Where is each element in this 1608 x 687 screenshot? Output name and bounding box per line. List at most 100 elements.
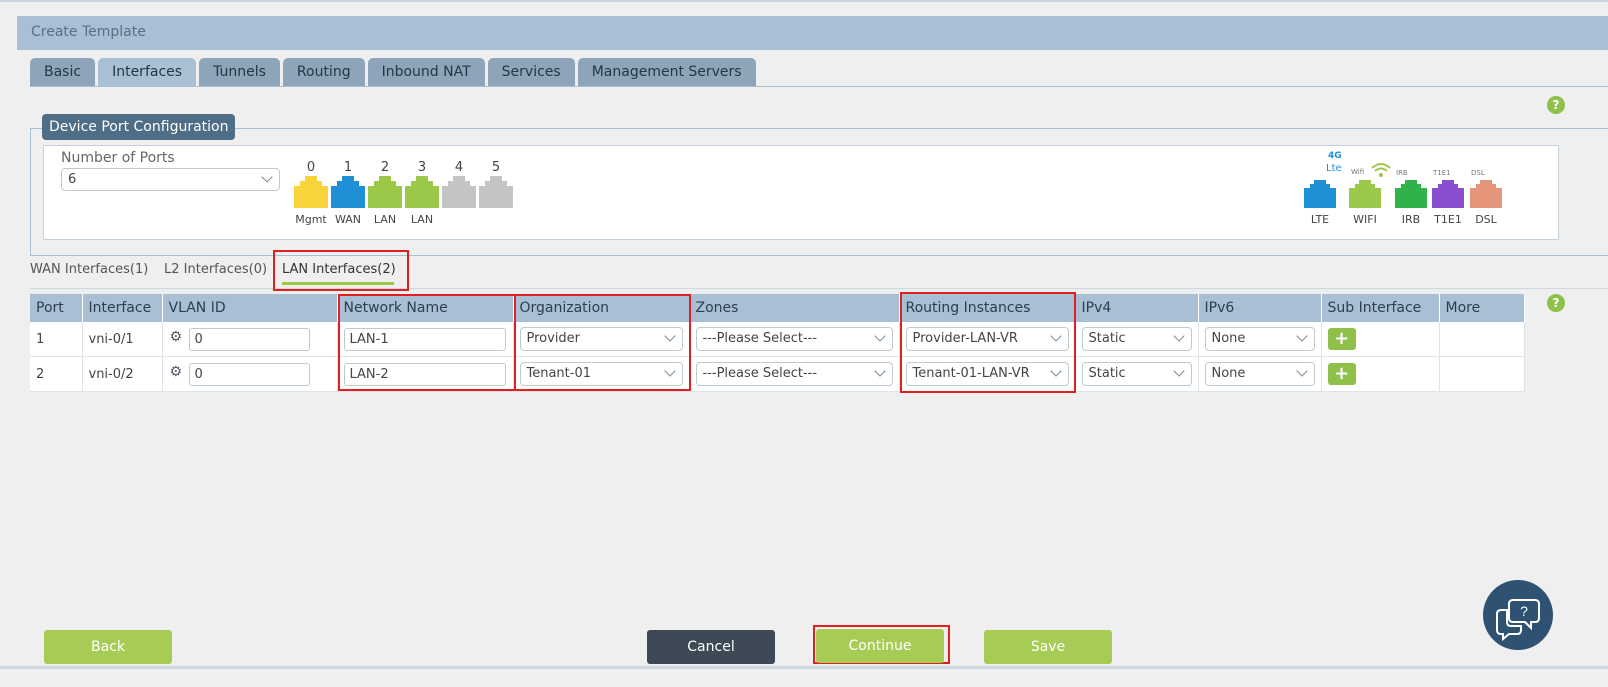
network-name-value: LAN-1 — [349, 332, 389, 347]
vlan-id-input[interactable]: 0 — [188, 363, 310, 386]
column-header-routing-instances[interactable]: Routing Instances — [899, 294, 1076, 322]
ipv4-select[interactable]: Static — [1081, 362, 1192, 386]
column-header-ipv6[interactable]: IPv6 — [1198, 294, 1322, 322]
subtab-lan-interfaces[interactable]: LAN Interfaces(2) — [282, 262, 396, 277]
lte-port[interactable]: 0 — [1304, 180, 1357, 208]
gear-icon[interactable]: ⚙ — [170, 365, 184, 379]
wifi-signal-icon — [1371, 163, 1391, 177]
chevron-down-icon — [1049, 330, 1062, 342]
device-port-config-title: Device Port Configuration — [42, 114, 236, 140]
zones-value: ---Please Select--- — [702, 331, 818, 346]
column-header-port[interactable]: Port — [30, 294, 83, 322]
port-number: 5 — [491, 160, 501, 175]
subtab-wan-interfaces[interactable]: WAN Interfaces(1) — [30, 262, 148, 277]
wifi-tag: Wifi — [1351, 168, 1365, 176]
port-1[interactable]: 1 WAN — [331, 160, 365, 228]
ipv4-select[interactable]: Static — [1081, 327, 1192, 351]
port-0[interactable]: 0 Mgmt — [294, 160, 328, 228]
tab-services[interactable]: Services — [487, 58, 575, 86]
main-tabs: Basic Interfaces Tunnels Routing Inbound… — [30, 58, 756, 86]
dsl-port-icon — [1470, 180, 1502, 208]
column-header-zones[interactable]: Zones — [689, 294, 900, 322]
lte-badge: Lte — [1326, 163, 1342, 174]
gear-icon[interactable]: ⚙ — [170, 330, 184, 344]
routing-instances-cell: Tenant-01-LAN-VR — [899, 356, 1076, 392]
network-name-input[interactable]: LAN-1 — [343, 328, 506, 351]
tabs-underline — [30, 86, 1608, 87]
help-icon[interactable]: ? — [1547, 96, 1565, 114]
chevron-down-icon — [1172, 365, 1185, 377]
port-name: Mgmt — [295, 213, 327, 226]
tab-inbound-nat[interactable]: Inbound NAT — [367, 58, 485, 86]
help-icon[interactable]: ? — [1547, 294, 1565, 312]
port-5[interactable]: 5 — [479, 160, 513, 228]
routing-instance-value: Provider-LAN-VR — [912, 331, 1018, 346]
dsl-port[interactable]: 0 — [1470, 180, 1523, 208]
ethernet-port-icon — [442, 176, 476, 208]
tab-tunnels[interactable]: Tunnels — [199, 58, 280, 86]
column-header-more[interactable]: More — [1439, 294, 1525, 322]
network-name-input[interactable]: LAN-2 — [343, 363, 506, 386]
ipv6-value: None — [1211, 331, 1246, 346]
port-number: 0 — [306, 160, 316, 175]
column-header-interface[interactable]: Interface — [82, 294, 163, 322]
back-button[interactable]: Back — [44, 630, 172, 664]
wifi-port[interactable]: 0 — [1349, 180, 1402, 208]
tab-management-servers[interactable]: Management Servers — [577, 58, 756, 86]
routing-instance-select[interactable]: Tenant-01-LAN-VR — [905, 362, 1069, 386]
cancel-button[interactable]: Cancel — [647, 630, 775, 664]
vlan-id-value: 0 — [194, 332, 203, 347]
port-number: 1 — [343, 160, 353, 175]
irb-port[interactable]: 0 — [1395, 180, 1448, 208]
dsl-label: DSL — [1475, 213, 1497, 226]
column-header-organization[interactable]: Organization — [513, 294, 690, 322]
organization-select[interactable]: Tenant-01 — [519, 362, 683, 386]
subtab-l2-interfaces[interactable]: L2 Interfaces(0) — [164, 262, 267, 277]
tab-routing[interactable]: Routing — [282, 58, 365, 86]
t1e1-port-icon — [1432, 180, 1464, 208]
save-button[interactable]: Save — [984, 630, 1112, 664]
port-number: 4 — [454, 160, 464, 175]
routing-instance-value: Tenant-01-LAN-VR — [912, 366, 1030, 381]
tab-basic[interactable]: Basic — [30, 58, 96, 86]
continue-button[interactable]: Continue — [816, 629, 944, 663]
tab-interfaces[interactable]: Interfaces — [98, 58, 197, 86]
ethernet-port-icon — [331, 176, 365, 208]
port-3[interactable]: 3 LAN — [405, 160, 439, 228]
bottom-scroll-bar[interactable] — [0, 666, 1608, 669]
column-header-vlan-id[interactable]: VLAN ID — [162, 294, 338, 322]
dsl-tag: DSL — [1471, 169, 1485, 177]
wifi-port-icon — [1349, 180, 1381, 208]
organization-select[interactable]: Provider — [519, 327, 683, 351]
port-name: WAN — [334, 213, 362, 226]
ethernet-port-icon — [368, 176, 402, 208]
t1e1-port[interactable]: 0 — [1432, 180, 1485, 208]
zones-select[interactable]: ---Please Select--- — [695, 362, 893, 386]
ipv6-select[interactable]: None — [1204, 327, 1315, 351]
ipv6-select[interactable]: None — [1204, 362, 1315, 386]
chevron-down-icon — [873, 330, 886, 342]
column-header-ipv4[interactable]: IPv4 — [1075, 294, 1199, 322]
add-sub-interface-button[interactable]: + — [1327, 363, 1356, 385]
ipv6-cell: None — [1198, 322, 1322, 357]
ipv4-cell: Static — [1075, 322, 1199, 357]
chat-help-icon: ? — [1496, 599, 1540, 642]
interface-cell: vni-0/1 — [82, 322, 163, 357]
add-sub-interface-button[interactable]: + — [1327, 328, 1356, 350]
number-of-ports-select[interactable]: 6 — [61, 168, 280, 191]
routing-instance-select[interactable]: Provider-LAN-VR — [905, 327, 1069, 351]
table-row: 1 vni-0/1 ⚙ 0 LAN-1 Provider ---Please S… — [30, 322, 1525, 357]
help-chat-button[interactable]: ? — [1483, 580, 1553, 650]
column-header-network-name[interactable]: Network Name — [337, 294, 514, 322]
port-name: LAN — [410, 213, 434, 226]
table-row: 2 vni-0/2 ⚙ 0 LAN-2 Tenant-01 ---Please … — [30, 356, 1525, 392]
column-header-sub-interface[interactable]: Sub Interface — [1321, 294, 1440, 322]
zones-value: ---Please Select--- — [702, 366, 818, 381]
ipv4-value: Static — [1088, 366, 1126, 381]
lte-4g-badge: 4G — [1328, 151, 1342, 161]
zones-cell: ---Please Select--- — [689, 322, 900, 357]
port-2[interactable]: 2 LAN — [368, 160, 402, 228]
port-4[interactable]: 4 — [442, 160, 476, 228]
zones-select[interactable]: ---Please Select--- — [695, 327, 893, 351]
vlan-id-input[interactable]: 0 — [188, 328, 310, 351]
